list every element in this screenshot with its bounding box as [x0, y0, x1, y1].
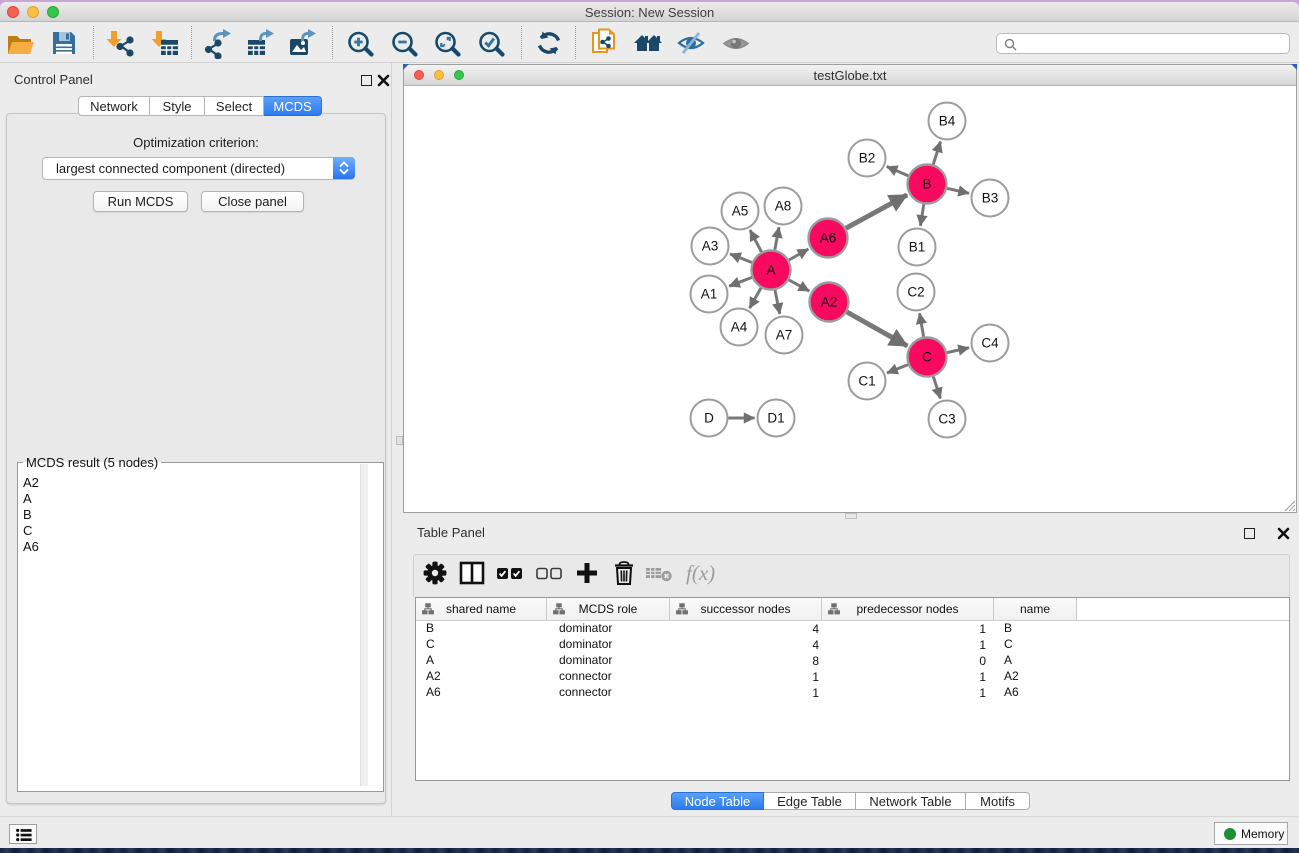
svg-text:A6: A6	[820, 231, 837, 246]
svg-text:A7: A7	[776, 328, 793, 343]
svg-text:A3: A3	[702, 239, 719, 254]
svg-text:B: B	[922, 177, 931, 192]
svg-text:A8: A8	[775, 199, 792, 214]
svg-text:A1: A1	[701, 287, 718, 302]
svg-text:A5: A5	[732, 204, 749, 219]
svg-text:D: D	[704, 411, 714, 426]
svg-text:A: A	[766, 263, 775, 278]
svg-text:C3: C3	[938, 412, 955, 427]
svg-text:A4: A4	[731, 320, 748, 335]
svg-text:C1: C1	[858, 374, 875, 389]
svg-text:B1: B1	[909, 240, 926, 255]
svg-text:C4: C4	[981, 336, 999, 351]
svg-text:A2: A2	[821, 295, 838, 310]
svg-text:D1: D1	[767, 411, 784, 426]
svg-text:B4: B4	[939, 114, 956, 129]
svg-text:C: C	[922, 350, 932, 365]
svg-text:B2: B2	[859, 151, 876, 166]
svg-text:B3: B3	[982, 191, 999, 206]
svg-text:C2: C2	[907, 285, 924, 300]
